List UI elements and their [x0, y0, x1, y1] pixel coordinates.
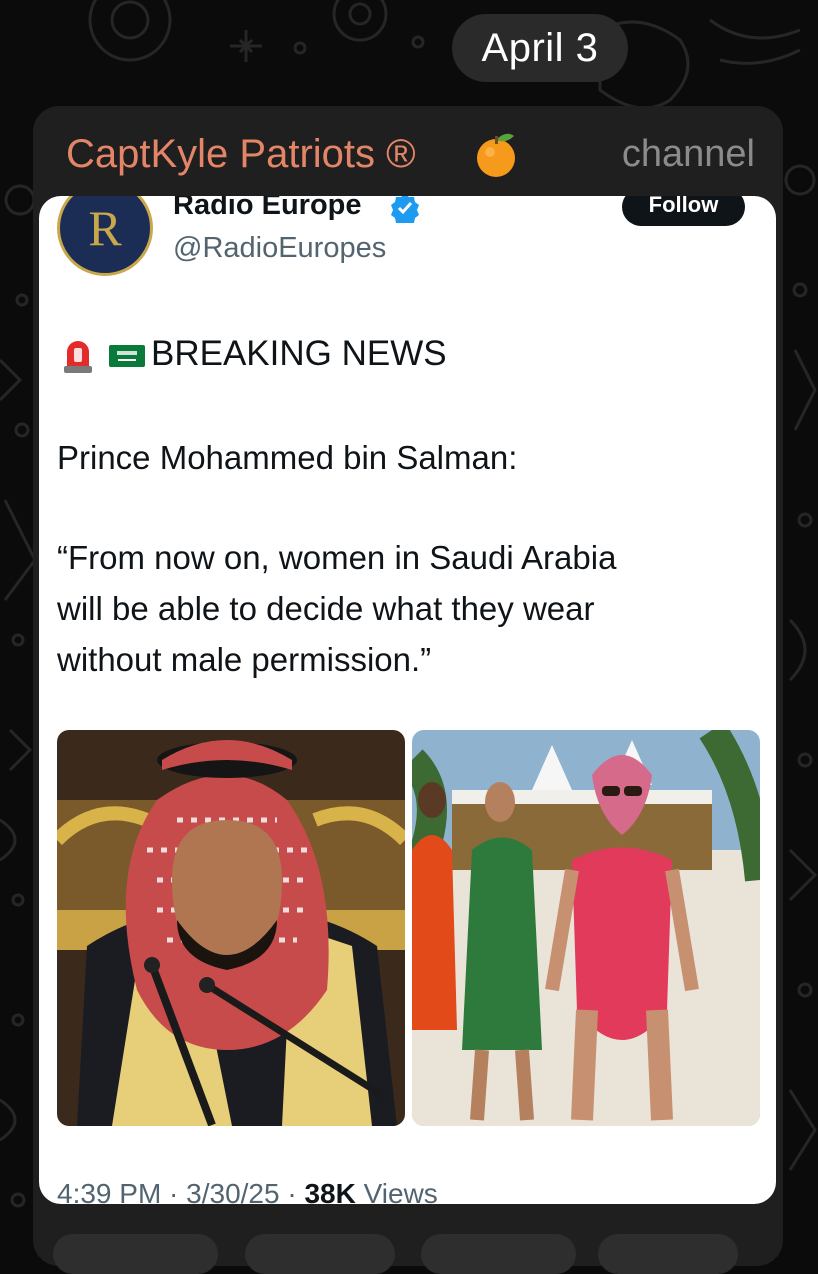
views-count: 38K — [304, 1178, 356, 1204]
follow-button[interactable]: Follow — [622, 196, 745, 226]
verified-badge-icon — [391, 196, 419, 223]
tweet-author-name: Radio Europe — [173, 196, 362, 221]
saudi-flag-icon — [109, 345, 145, 367]
quote-text: “From now on, women in Saudi Arabia will… — [57, 539, 617, 678]
date-separator: April 3 — [452, 14, 628, 82]
siren-emoji-icon — [64, 341, 92, 373]
channel-type-label: channel — [621, 133, 755, 175]
quote-attribution: Prince Mohammed bin Salman: — [57, 439, 518, 476]
breaking-news-headline: BREAKING NEWS — [151, 334, 447, 373]
reaction-chip[interactable] — [598, 1234, 738, 1274]
reaction-chip[interactable] — [245, 1234, 395, 1274]
views-label: Views — [355, 1178, 438, 1204]
runway-models-photo[interactable] — [412, 730, 760, 1126]
tweet-timestamp-views: 4:39 PM · 3/30/25 · 38K Views — [57, 1176, 438, 1204]
reaction-bar — [33, 1226, 783, 1274]
avatar: R — [57, 196, 153, 276]
tweet-author-handle: @RadioEuropes — [173, 232, 387, 264]
tweet-screenshot-card[interactable]: R Radio Europe @RadioEuropes Follow BREA… — [39, 196, 776, 1204]
tangerine-emoji-icon — [477, 133, 515, 177]
tweet-timestamp: 4:39 PM · 3/30/25 · — [57, 1178, 305, 1204]
reaction-chip[interactable] — [53, 1234, 218, 1274]
prince-photo[interactable] — [57, 730, 405, 1126]
channel-name[interactable]: CaptKyle Patriots ® — [66, 130, 416, 178]
reaction-chip[interactable] — [421, 1234, 576, 1274]
